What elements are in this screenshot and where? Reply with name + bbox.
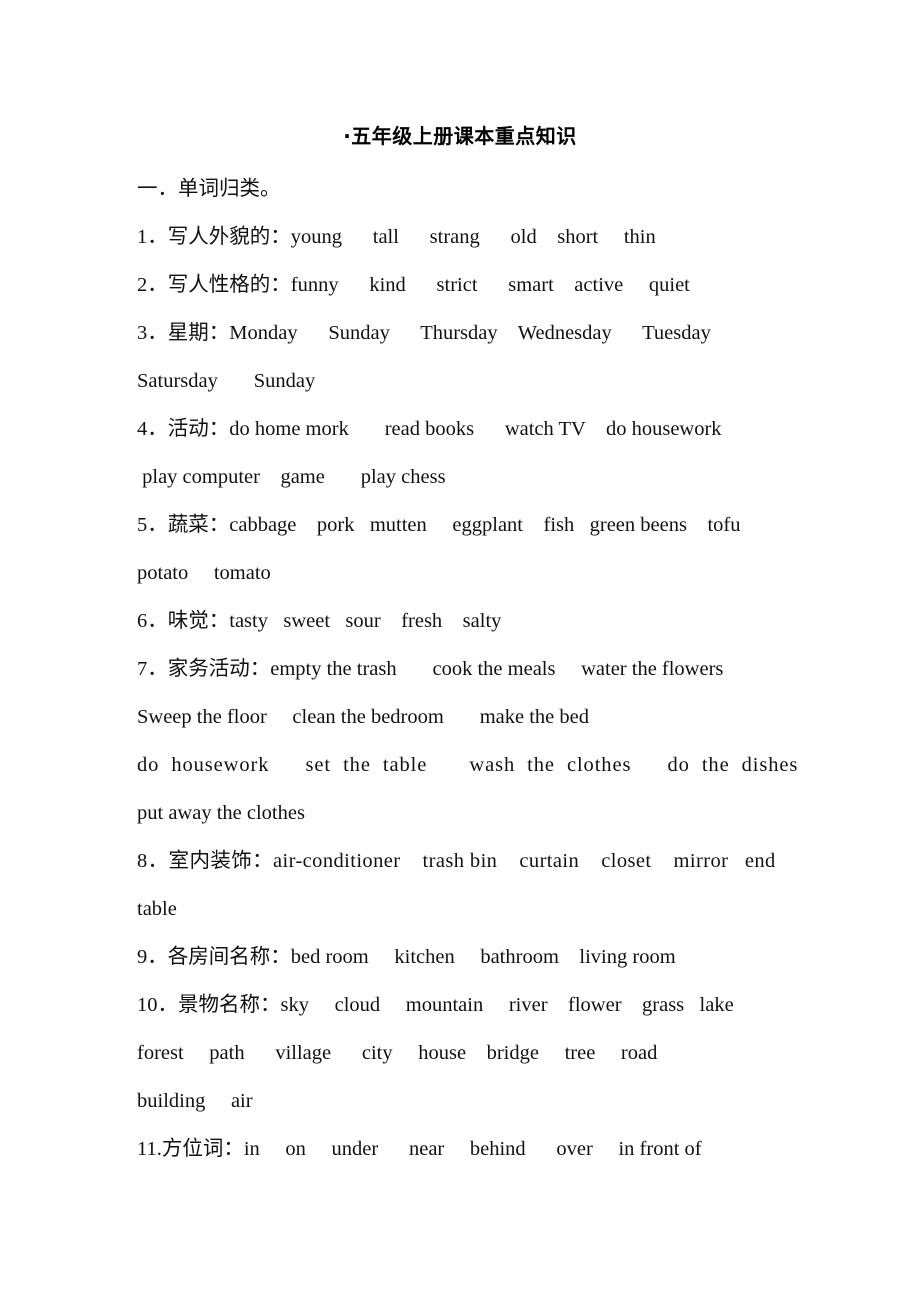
- list-item-room-names: 9．各房间名称：bed room kitchen bathroom living…: [137, 946, 676, 968]
- list-item-activities-continued: play computer game play chess: [137, 466, 446, 488]
- list-item-weekdays-continued: Satursday Sunday: [137, 370, 316, 392]
- list-item-scenery-names: 10．景物名称：sky cloud mountain river flower …: [137, 994, 734, 1016]
- list-item-interior-decoration: 8．室内装饰：air-conditioner trash bin curtain…: [137, 850, 776, 872]
- list-item-scenery-names-continued-1: forest path village city house bridge tr…: [137, 1042, 658, 1064]
- list-item-tastes: 6．味觉：tasty sweet sour fresh salty: [137, 610, 502, 632]
- document-page: ·五年级上册课本重点知识 一．单词归类。 1．写人外貌的：young tall …: [0, 0, 920, 1302]
- page-title: ·五年级上册课本重点知识: [343, 124, 577, 148]
- list-item-interior-decoration-continued: table: [137, 898, 177, 920]
- list-item-scenery-names-continued-2: building air: [137, 1090, 253, 1112]
- list-item-activities: 4．活动：do home mork read books watch TV do…: [137, 418, 722, 440]
- list-item-housework-continued-2: do housework set the table wash the clot…: [137, 754, 799, 776]
- list-item-prepositions: 11.方位词：in on under near behind over in f…: [137, 1138, 702, 1160]
- section-heading-word-classification: 一．单词归类。: [137, 178, 281, 200]
- list-item-vegetables: 5．蔬菜：cabbage pork mutten eggplant fish g…: [137, 514, 741, 536]
- list-item-housework: 7．家务活动：empty the trash cook the meals wa…: [137, 658, 724, 680]
- list-item-personality-words: 2．写人性格的：funny kind strict smart active q…: [137, 274, 690, 296]
- list-item-vegetables-continued: potato tomato: [137, 562, 271, 584]
- document-body: 一．单词归类。 1．写人外貌的：young tall strang old sh…: [137, 165, 857, 1173]
- list-item-housework-continued-3: put away the clothes: [137, 802, 305, 824]
- list-item-weekdays: 3．星期：Monday Sunday Thursday Wednesday Tu…: [137, 322, 711, 344]
- list-item-housework-continued-1: Sweep the floor clean the bedroom make t…: [137, 706, 589, 728]
- list-item-appearance-words: 1．写人外貌的：young tall strang old short thin: [137, 226, 656, 248]
